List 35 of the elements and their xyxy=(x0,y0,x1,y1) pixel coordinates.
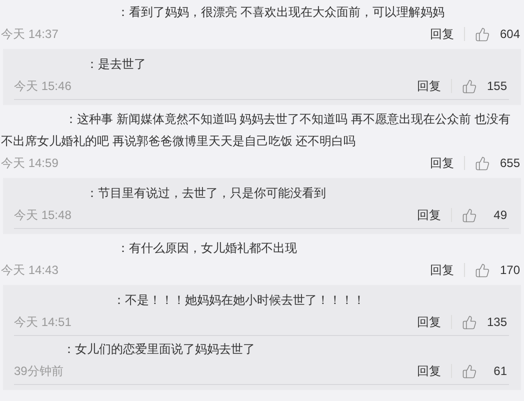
timestamp: 今天 14:43 xyxy=(1,262,58,279)
like-icon[interactable] xyxy=(474,156,490,170)
like-icon[interactable] xyxy=(462,314,477,330)
timestamp: 今天 14:51 xyxy=(14,314,72,331)
reply-link[interactable]: 回复 xyxy=(416,77,441,95)
comment-text: ：有什么原因，女儿婚礼都不出现 xyxy=(116,240,298,257)
like-icon[interactable] xyxy=(462,364,477,378)
reply-text: ：是去世了 xyxy=(85,56,147,73)
like-count: 61 xyxy=(492,363,507,380)
like-icon[interactable] xyxy=(462,208,477,222)
comment-text: ：这种事 新闻媒体竟然不知道吗 妈妈去世了不知道吗 再不愿意出现在公众前 也没有不出席女儿婚礼的吧 再说郭爸爸微博里天天是自己吃饭 还不明白吗 xyxy=(1,111,512,150)
like-count: 604 xyxy=(500,26,520,43)
like-count: 135 xyxy=(486,314,507,331)
reply-link[interactable]: 回复 xyxy=(430,154,454,172)
like-icon[interactable] xyxy=(462,78,477,94)
reply-link[interactable]: 回复 xyxy=(430,261,454,279)
reply-link[interactable]: 回复 xyxy=(417,206,441,224)
timestamp: 今天 14:37 xyxy=(1,26,58,43)
reply-link[interactable]: 回复 xyxy=(417,362,441,380)
timestamp: 今天 14:59 xyxy=(1,155,58,172)
timestamp: 今天 15:46 xyxy=(14,78,72,95)
like-count: 655 xyxy=(500,155,520,172)
like-count: 170 xyxy=(500,262,520,279)
comment-text: ：看到了妈妈，很漂亮 不喜欢出现在大众面前，可以理解妈妈 xyxy=(116,4,446,21)
like-icon[interactable] xyxy=(474,262,490,278)
reply-link[interactable]: 回复 xyxy=(416,313,441,331)
like-count: 49 xyxy=(492,207,507,224)
reply-text: ：女儿们的恋爱里面说了妈妈去世了 xyxy=(62,341,256,358)
timestamp: 今天 15:48 xyxy=(14,207,72,224)
reply-text: ：不是！！！她妈妈在她小时候去世了！！！！ xyxy=(112,292,366,309)
reply-link[interactable]: 回复 xyxy=(430,25,454,43)
like-icon[interactable] xyxy=(474,26,490,42)
timestamp: 39分钟前 xyxy=(14,363,64,380)
reply-text: ：节目里有说过，去世了，只是你可能没看到 xyxy=(85,185,327,202)
like-count: 155 xyxy=(486,78,507,95)
